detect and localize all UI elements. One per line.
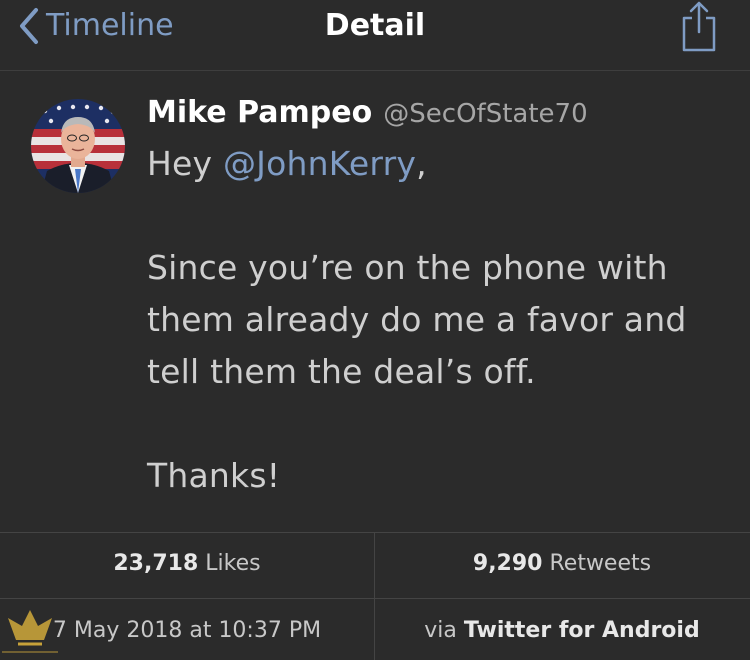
tweet-line: them already do me a favor and bbox=[147, 300, 687, 339]
tweet-header: Mike Pampeo @SecOfState70 bbox=[147, 93, 588, 137]
watermark-logo-icon bbox=[2, 610, 58, 653]
nav-bar: Timeline Detail bbox=[0, 0, 750, 71]
via-label: via bbox=[424, 618, 457, 643]
page-title: Detail bbox=[324, 8, 426, 43]
author-name[interactable]: Mike Pampeo bbox=[147, 95, 372, 130]
mention-link[interactable]: @JohnKerry bbox=[223, 144, 416, 183]
tweet-source: via Twitter for Android bbox=[375, 616, 749, 646]
avatar-image bbox=[31, 99, 125, 193]
likes-label: Likes bbox=[205, 551, 261, 576]
retweets-label: Retweets bbox=[549, 551, 652, 576]
divider bbox=[0, 532, 750, 533]
tweet-text-fragment: Hey bbox=[147, 144, 223, 183]
divider bbox=[0, 598, 750, 599]
author-handle[interactable]: @SecOfState70 bbox=[383, 99, 587, 129]
share-icon[interactable] bbox=[678, 0, 720, 54]
tweet-line: Since you’re on the phone with bbox=[147, 248, 668, 287]
retweets-count: 9,290 bbox=[472, 551, 543, 576]
tweet-text-fragment: , bbox=[416, 144, 427, 183]
tweet-line: tell them the deal’s off. bbox=[147, 352, 536, 391]
tweet-text: Hey @JohnKerry, Since you’re on the phon… bbox=[147, 138, 722, 502]
tweet-card: Mike Pampeo @SecOfState70 Hey @JohnKerry… bbox=[0, 71, 750, 531]
likes-count: 23,718 bbox=[113, 551, 199, 576]
avatar[interactable] bbox=[31, 99, 125, 193]
retweets-stat[interactable]: 9,290 Retweets bbox=[375, 549, 749, 579]
tweet-line: Thanks! bbox=[147, 456, 281, 495]
source-client[interactable]: Twitter for Android bbox=[464, 618, 700, 643]
tweet-line: Hey @JohnKerry, bbox=[147, 138, 722, 190]
date-text: 7 May 2018 at 10:37 PM bbox=[52, 618, 322, 643]
likes-stat[interactable]: 23,718 Likes bbox=[0, 549, 374, 579]
